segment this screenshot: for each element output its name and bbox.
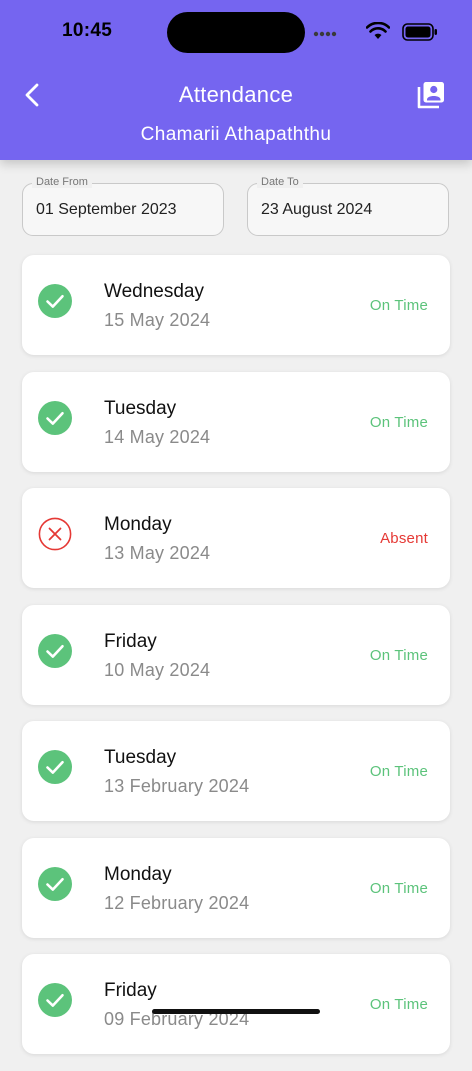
contacts-book-icon bbox=[417, 82, 444, 109]
check-circle-icon bbox=[38, 866, 72, 901]
attendance-day: Monday bbox=[104, 863, 172, 885]
attendance-card[interactable]: Monday 13 May 2024 Absent bbox=[22, 488, 450, 588]
attendance-date: 15 May 2024 bbox=[104, 310, 211, 330]
attendance-status-badge: On Time bbox=[369, 413, 428, 431]
attendance-day: Friday bbox=[104, 630, 157, 652]
attendance-day: Friday bbox=[104, 980, 157, 1001]
attendance-date: 10 May 2024 bbox=[104, 659, 211, 680]
attendance-status-badge: On Time bbox=[369, 646, 428, 664]
employee-name: Chamarii Athapaththu bbox=[140, 124, 332, 145]
signal-icon bbox=[313, 31, 337, 37]
x-circle-icon bbox=[38, 517, 72, 551]
check-circle-icon bbox=[38, 400, 72, 435]
attendance-card[interactable]: Tuesday 13 February 2024 On Time bbox=[22, 721, 450, 821]
attendance-card[interactable]: Friday 10 May 2024 On Time bbox=[22, 604, 450, 705]
attendance-date: 13 May 2024 bbox=[104, 543, 211, 563]
battery-icon bbox=[402, 23, 437, 41]
attendance-date: 14 May 2024 bbox=[104, 426, 211, 447]
page-title: Attendance bbox=[178, 82, 294, 107]
date-to-field[interactable]: Date To 23 August 2024 bbox=[247, 176, 449, 236]
attendance-date: 13 February 2024 bbox=[104, 776, 250, 796]
date-to-label: Date To bbox=[257, 176, 303, 188]
attendance-list: Wednesday 15 May 2024 On Time Tuesday 14 May… bbox=[22, 255, 450, 1071]
check-circle-icon bbox=[38, 983, 72, 1017]
check-circle-icon bbox=[38, 284, 72, 318]
date-from-field[interactable]: Date From 01 September 2023 bbox=[22, 176, 224, 236]
attendance-day: Wednesday bbox=[104, 281, 204, 302]
attendance-status-badge: On Time bbox=[369, 763, 428, 780]
attendance-card[interactable]: Monday 12 February 2024 On Time bbox=[22, 837, 450, 938]
attendance-status-badge: On Time bbox=[369, 879, 428, 897]
check-circle-icon bbox=[38, 633, 72, 668]
check-circle-icon bbox=[38, 750, 72, 784]
home-indicator bbox=[152, 1009, 320, 1014]
wifi-icon bbox=[366, 22, 390, 39]
date-to-value: 23 August 2024 bbox=[261, 201, 373, 218]
attendance-card[interactable]: Wednesday 15 May 2024 On Time bbox=[22, 255, 450, 355]
report-button[interactable] bbox=[414, 78, 448, 112]
attendance-status-badge: On Time bbox=[369, 297, 428, 314]
attendance-day: Tuesday bbox=[104, 397, 177, 419]
attendance-card[interactable]: Friday 09 February 2024 On Time bbox=[22, 954, 450, 1054]
attendance-day: Monday bbox=[104, 514, 172, 535]
attendance-status-badge: On Time bbox=[369, 996, 428, 1013]
attendance-status-badge: Absent bbox=[380, 530, 428, 547]
date-from-value: 01 September 2023 bbox=[36, 201, 177, 218]
dynamic-island bbox=[167, 12, 305, 53]
date-from-label: Date From bbox=[32, 176, 92, 188]
attendance-card[interactable]: Tuesday 14 May 2024 On Time bbox=[22, 371, 450, 472]
attendance-day: Tuesday bbox=[104, 747, 177, 768]
attendance-date: 12 February 2024 bbox=[104, 892, 250, 913]
app-header: 10:45 Attendance Chamarii Athapaththu bbox=[0, 0, 472, 160]
status-time: 10:45 bbox=[62, 20, 113, 41]
